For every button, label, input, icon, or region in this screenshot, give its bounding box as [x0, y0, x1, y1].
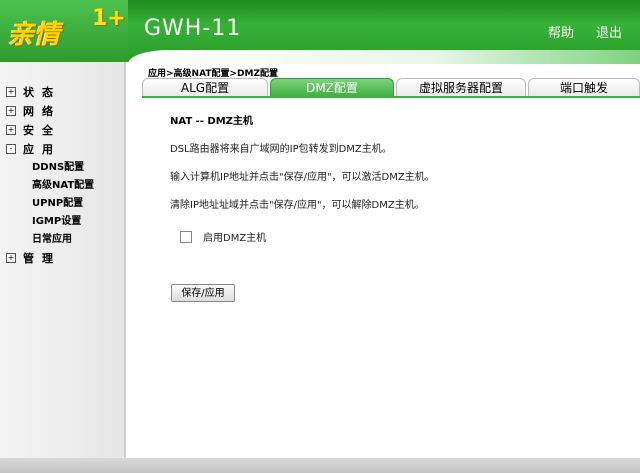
enable-dmz-label: 启用DMZ主机 [203, 233, 267, 244]
sidebar-subitem-daily-app[interactable]: 日常应用 [32, 230, 72, 245]
collapse-icon: - [6, 144, 16, 154]
description-text: DSL路由器将来自广域网的IP包转发到DMZ主机。 [170, 144, 392, 155]
logo-plus: 1+ [92, 6, 126, 31]
help-link[interactable]: 帮助 [548, 22, 574, 41]
tab-dmz[interactable]: DMZ配置 [270, 78, 394, 97]
sidebar-item-label: 状态 [23, 86, 61, 99]
logo: 亲情 1+ [0, 0, 128, 62]
tab-bar: ALG配置 DMZ配置 虚拟服务器配置 端口触发 [142, 78, 640, 97]
instruction-clear-text: 清除IP地址址域并点击"保存/应用"，可以解除DMZ主机。 [170, 200, 425, 211]
logout-link[interactable]: 退出 [596, 22, 622, 41]
main-content: NAT -- DMZ主机 DSL路由器将来自广域网的IP包转发到DMZ主机。 输… [128, 98, 640, 458]
sidebar-item-label: 安全 [23, 124, 61, 137]
expand-icon: + [6, 106, 16, 116]
sidebar-item-security[interactable]: + 安全 [6, 122, 61, 138]
device-title: GWH-11 [144, 16, 242, 41]
save-apply-button[interactable]: 保存/应用 [171, 284, 235, 302]
instruction-activate-text: 输入计算机IP地址并点击"保存/应用"，可以激活DMZ主机。 [170, 172, 435, 183]
header-wave-decoration [128, 50, 640, 64]
sidebar-subitem-igmp[interactable]: IGMP设置 [32, 212, 81, 227]
sidebar-item-network[interactable]: + 网络 [6, 103, 61, 119]
sidebar-subitem-advanced-nat[interactable]: 高级NAT配置 [32, 176, 94, 191]
page-title: NAT -- DMZ主机 [170, 116, 253, 127]
sidebar-item-label: 管理 [23, 252, 61, 265]
sidebar-item-label: 网络 [23, 105, 61, 118]
sidebar-subitem-ddns[interactable]: DDNS配置 [32, 158, 84, 173]
expand-icon: + [6, 87, 16, 97]
tab-virtual-server[interactable]: 虚拟服务器配置 [396, 78, 526, 97]
sidebar: + 状态 + 网络 + 安全 - 应用 DDNS配置 高级NAT配置 UPNP配… [0, 62, 126, 458]
sidebar-item-status[interactable]: + 状态 [6, 84, 61, 100]
expand-icon: + [6, 253, 16, 263]
sidebar-item-label: 应用 [23, 143, 61, 156]
sidebar-subitem-upnp[interactable]: UPNP配置 [32, 194, 83, 209]
tab-alg[interactable]: ALG配置 [142, 78, 268, 97]
sidebar-item-management[interactable]: + 管理 [6, 250, 61, 266]
enable-dmz-checkbox[interactable] [180, 231, 192, 243]
tab-port-trigger[interactable]: 端口触发 [528, 78, 640, 97]
sidebar-item-application[interactable]: - 应用 [6, 141, 61, 157]
expand-icon: + [6, 125, 16, 135]
logo-text: 亲情 [8, 20, 61, 50]
footer-bar [0, 458, 640, 473]
